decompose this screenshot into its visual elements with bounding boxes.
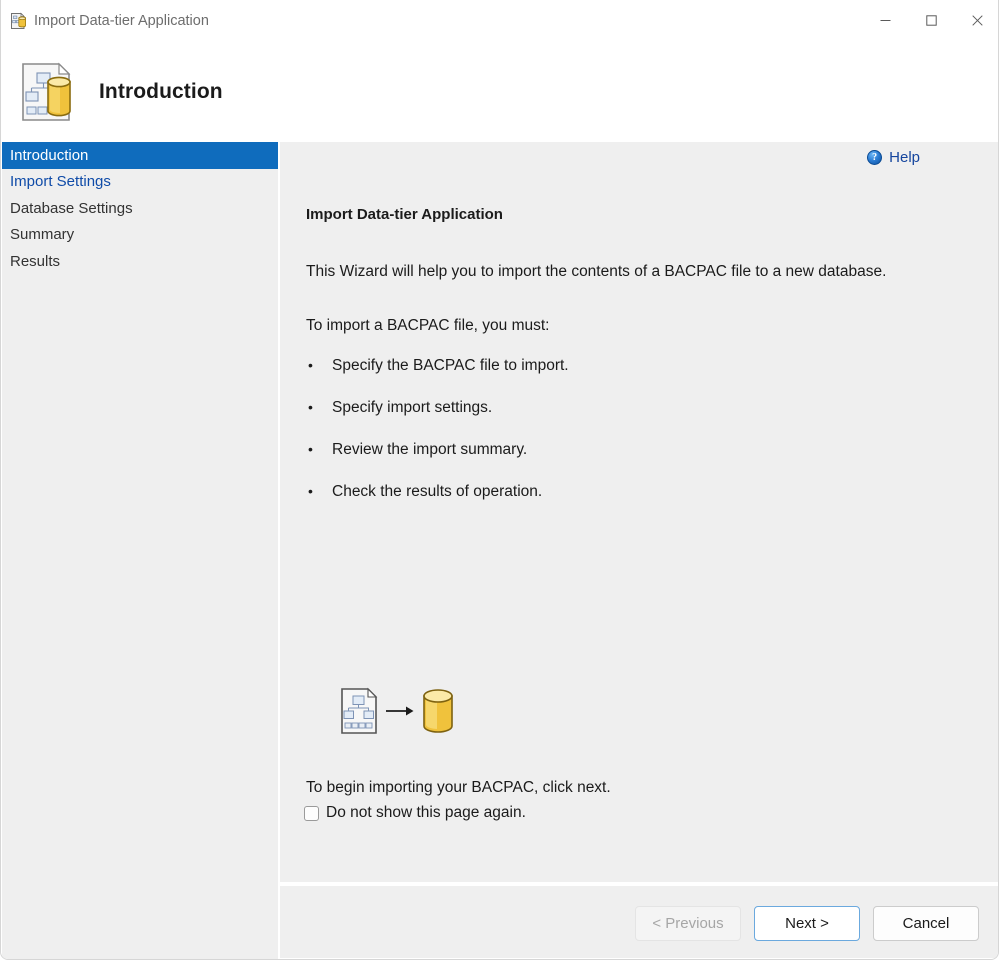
cancel-button[interactable]: Cancel: [873, 906, 979, 941]
maximize-button[interactable]: [908, 0, 954, 41]
do-not-show-again-label: Do not show this page again.: [326, 804, 526, 821]
list-item-label: Specify import settings.: [332, 399, 493, 416]
sidebar-item-label: Introduction: [10, 146, 89, 164]
list-item: • Check the results of operation.: [306, 483, 906, 525]
intro-paragraph-1: This Wizard will help you to import the …: [306, 263, 887, 280]
sidebar-item-label: Import Settings: [10, 173, 111, 191]
bullet-marker-icon: •: [308, 483, 313, 499]
do-not-show-again-row[interactable]: Do not show this page again.: [304, 804, 526, 822]
list-item-label: Specify the BACPAC file to import.: [332, 357, 569, 374]
intro-paragraph-2: To import a BACPAC file, you must:: [306, 317, 550, 334]
page-title: Introduction: [99, 79, 223, 103]
help-link[interactable]: ? Help: [867, 149, 920, 166]
list-item: • Specify import settings.: [306, 399, 906, 441]
page-header: Introduction: [1, 41, 998, 142]
do-not-show-again-checkbox[interactable]: [304, 805, 319, 821]
sidebar-item-label: Summary: [10, 226, 75, 244]
sidebar-item-import-settings[interactable]: Import Settings: [2, 169, 278, 196]
list-item: • Review the import summary.: [306, 441, 906, 483]
sidebar-item-introduction[interactable]: Introduction: [2, 142, 278, 169]
wizard-step-sidebar: Introduction Import Settings Database Se…: [2, 142, 278, 959]
dacpac-icon: [17, 60, 81, 124]
dacpac-icon: [10, 12, 28, 30]
list-item-label: Review the import summary.: [332, 441, 528, 458]
sidebar-item-results[interactable]: Results: [2, 248, 278, 275]
next-button[interactable]: Next >: [754, 906, 860, 941]
bullet-marker-icon: •: [308, 357, 313, 373]
close-button[interactable]: [954, 0, 998, 41]
content-heading: Import Data-tier Application: [306, 206, 503, 223]
wizard-footer: < Previous Next > Cancel: [280, 886, 998, 958]
sidebar-item-label: Database Settings: [10, 199, 133, 217]
import-data-tier-application-window: Import Data-tier Application Introductio…: [0, 0, 999, 960]
begin-instruction-text: To begin importing your BACPAC, click ne…: [306, 779, 611, 796]
sidebar-item-summary[interactable]: Summary: [2, 222, 278, 249]
database-icon: [422, 688, 454, 734]
arrow-right-icon: [378, 704, 422, 718]
help-question-icon: ?: [867, 150, 883, 165]
help-label: Help: [889, 149, 920, 166]
import-flow-illustration: [340, 687, 454, 735]
bullet-marker-icon: •: [308, 441, 313, 457]
bacpac-file-icon: [340, 687, 378, 735]
minimize-button[interactable]: [862, 0, 908, 41]
sidebar-item-label: Results: [10, 252, 61, 270]
list-item: • Specify the BACPAC file to import.: [306, 357, 906, 399]
main-content-panel: ? Help Import Data-tier Application This…: [280, 142, 998, 882]
previous-button[interactable]: < Previous: [635, 906, 741, 941]
list-item-label: Check the results of operation.: [332, 483, 543, 500]
bullet-marker-icon: •: [308, 399, 313, 415]
window-title: Import Data-tier Application: [34, 12, 209, 29]
steps-bullet-list: • Specify the BACPAC file to import. • S…: [306, 357, 906, 525]
window-controls: [862, 0, 998, 41]
title-bar: Import Data-tier Application: [1, 0, 998, 41]
footer-button-row: < Previous Next > Cancel: [635, 906, 979, 941]
sidebar-item-database-settings[interactable]: Database Settings: [2, 195, 278, 222]
